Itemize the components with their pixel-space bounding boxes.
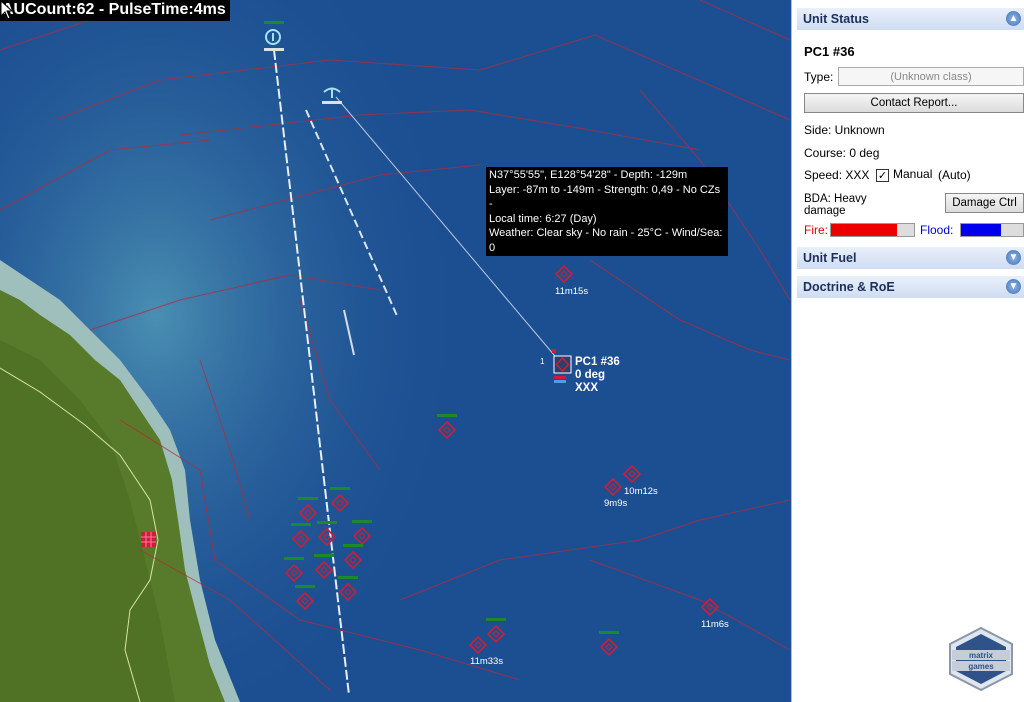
- logo-text-top: matrix: [969, 651, 994, 660]
- bda-text: BDA: Heavy damage: [804, 193, 867, 217]
- fire-label: Fire:: [804, 223, 828, 237]
- unit-name-label: PC1 #36: [575, 356, 620, 368]
- expand-icon[interactable]: ▼: [1006, 250, 1021, 265]
- tooltip-line-3: Local time: 6:27 (Day): [489, 212, 597, 225]
- manual-speed-checkbox[interactable]: ✓: [876, 169, 889, 182]
- unit-speed-label: XXX: [575, 382, 599, 394]
- expand-icon[interactable]: ▼: [1006, 279, 1021, 294]
- unit-index-label: 1: [540, 357, 545, 366]
- tooltip-line-4: Weather: Clear sky - No rain - 25°C - Wi…: [489, 227, 723, 254]
- side-panel: Unit Status ▲ PC1 #36 Type: (Unknown cla…: [791, 0, 1024, 702]
- type-field: (Unknown class): [838, 67, 1024, 86]
- doctrine-header[interactable]: Doctrine & RoE ▼: [797, 276, 1024, 298]
- contact-report-button[interactable]: Contact Report...: [804, 93, 1024, 113]
- unit-fuel-header[interactable]: Unit Fuel ▼: [797, 247, 1024, 269]
- enemy-facility-icon[interactable]: [141, 532, 156, 547]
- mouse-cursor-icon: [0, 0, 14, 20]
- unit-status-title: Unit Status: [803, 12, 869, 26]
- damage-control-button[interactable]: Damage Ctrl: [945, 193, 1024, 213]
- unit-course-label: 0 deg: [575, 369, 606, 381]
- flood-bar: [960, 223, 1024, 237]
- contact-label: 11m6s: [701, 619, 729, 630]
- side-text: Side: Unknown: [804, 123, 885, 137]
- map-canvas[interactable]: [0, 0, 791, 702]
- tooltip-line-1: N37°55'55", E128°54'28" - Depth: -129m: [489, 169, 688, 181]
- au-count-readout: AUCount:62 - PulseTime:4ms: [0, 0, 230, 21]
- unit-status-header[interactable]: Unit Status ▲: [797, 8, 1024, 30]
- flood-label: Flood:: [920, 223, 954, 237]
- map-tooltip: N37°55'55", E128°54'28" - Depth: -129m L…: [486, 167, 728, 256]
- fire-bar: [830, 223, 915, 237]
- type-label: Type:: [804, 70, 834, 84]
- unit-map-label: PC1 #36 0 deg XXX: [575, 356, 620, 395]
- course-text: Course: 0 deg: [804, 146, 880, 160]
- speed-text: Speed: XXX: [804, 168, 870, 182]
- auto-label: (Auto): [938, 168, 971, 182]
- contact-label: 10m12s: [624, 486, 658, 497]
- doctrine-title: Doctrine & RoE: [803, 280, 895, 294]
- manual-label: Manual: [893, 167, 933, 181]
- collapse-icon[interactable]: ▲: [1006, 11, 1021, 26]
- tooltip-line-2: Layer: -87m to -149m - Strength: 0,49 - …: [489, 183, 721, 211]
- contact-label: 11m33s: [470, 656, 504, 667]
- unit-name: PC1 #36: [804, 44, 855, 59]
- tactical-map[interactable]: AUCount:62 - PulseTime:4ms N37°55'55", E…: [0, 0, 791, 702]
- matrix-games-logo: matrix games: [949, 626, 1013, 692]
- contact-label: 9m9s: [604, 498, 628, 509]
- unit-fuel-title: Unit Fuel: [803, 251, 857, 265]
- logo-text-bottom: games: [968, 662, 994, 671]
- contact-label: 11m15s: [555, 286, 589, 297]
